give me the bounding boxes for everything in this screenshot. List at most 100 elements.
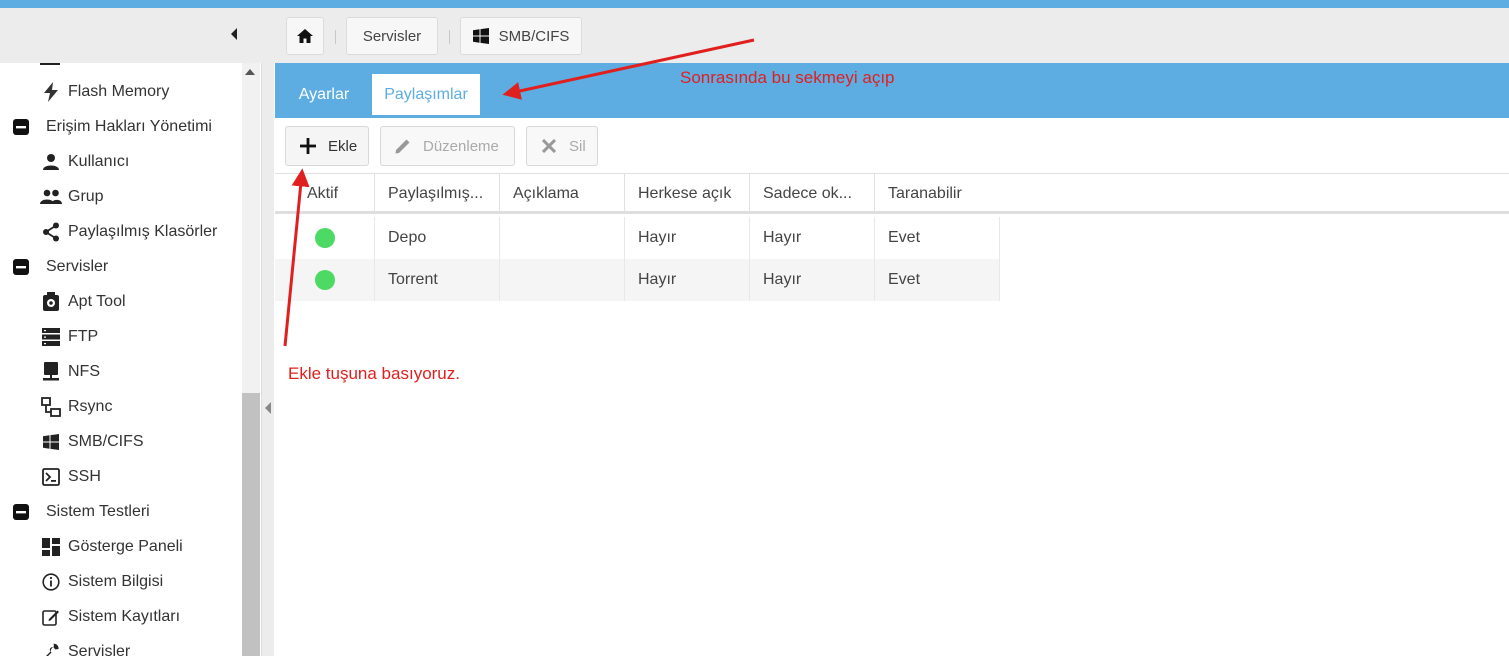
sidebar: Flash Memory Erişim Hakları Yönetimi Kul… [0,63,262,656]
sidebar-item-label: Servisler [46,257,109,275]
collapse-sidebar-button[interactable] [222,22,246,46]
column-header-taranabilir[interactable]: Taranabilir [875,174,1000,214]
edit-icon [40,606,62,628]
cell-description [500,259,625,301]
sidebar-item-servisler-2[interactable]: Servisler [0,634,242,656]
sidebar-item-paylasilmis-klasorler[interactable]: Paylaşılmış Klasörler [0,214,242,249]
partial-icon [40,63,60,65]
table-row[interactable]: Depo Hayır Hayır Evet [275,217,1000,259]
sidebar-item-sistem-kayitlari[interactable]: Sistem Kayıtları [0,599,242,634]
rsync-icon [40,396,62,418]
sidebar-item-flash-memory[interactable]: Flash Memory [0,74,242,109]
cell-text: Hayır [638,229,677,246]
cell-name: Torrent [375,259,500,301]
sidebar-group-sistem-testleri[interactable]: Sistem Testleri [0,494,242,529]
breadcrumb-separator [335,30,336,44]
cell-browseable: Evet [875,259,1000,301]
sidebar-scrollbar[interactable] [242,63,260,656]
cell-active [275,217,375,259]
cell-text: Torrent [388,271,438,288]
group-icon [40,186,62,208]
cell-text: Hayır [763,229,802,246]
sidebar-item-sistem-bilgisi[interactable]: Sistem Bilgisi [0,564,242,599]
breadcrumb-smb[interactable]: SMB/CIFS [460,17,582,55]
sidebar-item-label: Servisler [68,642,131,656]
collapse-arrow-icon[interactable] [265,402,271,414]
active-status-dot [315,270,335,290]
scrollbar-thumb[interactable] [242,393,260,656]
edit-button[interactable]: Düzenleme [380,126,515,166]
nfs-icon [40,361,62,383]
plus-icon [298,136,318,156]
sidebar-item-smb-cifs[interactable]: SMB/CIFS [0,424,242,459]
sidebar-group-erisim[interactable]: Erişim Hakları Yönetimi [0,109,242,144]
sidebar-item-rsync[interactable]: Rsync [0,389,242,424]
sidebar-item-apt-tool[interactable]: Apt Tool [0,284,242,319]
active-status-dot [315,228,335,248]
sidebar-item-label: SSH [68,467,101,485]
tab-label: Ayarlar [298,85,350,103]
breadcrumb-label: Servisler [362,27,422,45]
minus-box-icon [10,116,32,138]
sidebar-item-gosterge-paneli[interactable]: Gösterge Paneli [0,529,242,564]
sidebar-item-kullanici[interactable]: Kullanıcı [0,144,242,179]
tab-ayarlar[interactable]: Ayarlar [285,73,363,116]
scroll-up-icon[interactable] [245,69,255,75]
annotation-add-note: Ekle tuşuna basıyoruz. [288,364,460,383]
sidebar-item-ftp[interactable]: FTP [0,319,242,354]
sidebar-item-ssh[interactable]: SSH [0,459,242,494]
pencil-icon [393,136,413,156]
minus-box-icon [10,256,32,278]
table-row[interactable]: Torrent Hayır Hayır Evet [275,259,1000,301]
terminal-icon [40,466,62,488]
dashboard-icon [40,536,62,558]
sidebar-item-label: FTP [68,327,99,345]
cell-text: Evet [888,271,921,288]
column-label: Herkese açık [638,185,732,202]
sidebar-item-label: Rsync [68,397,113,415]
sidebar-item-label: Kullanıcı [68,152,130,170]
wrench-icon [40,641,62,656]
sidebar-item-label: Apt Tool [68,292,126,310]
sidebar-splitter[interactable] [262,63,274,656]
header: Servisler SMB/CIFS [0,8,1509,63]
cell-public: Hayır [625,259,750,301]
sidebar-item-grup[interactable]: Grup [0,179,242,214]
sidebar-item-label: NFS [68,362,100,380]
column-label: Açıklama [513,185,579,202]
windows-icon [472,28,489,44]
windows-icon [40,431,62,453]
cell-description [500,217,625,259]
sidebar-group-servisler[interactable]: Servisler [0,249,242,284]
cell-name: Depo [375,217,500,259]
share-icon [40,221,62,243]
cell-text: Evet [888,229,921,246]
sidebar-item-label: Grup [68,187,104,205]
column-label: Taranabilir [888,185,962,202]
flash-icon [40,81,62,103]
add-button[interactable]: Ekle [285,126,369,166]
column-header-paylasilmis[interactable]: Paylaşılmış... [375,174,500,214]
annotation-tab-note: Sonrasında bu sekmeyi açıp [680,68,895,87]
tab-paylasimlar[interactable]: Paylaşımlar [371,73,481,116]
sidebar-item-label: Sistem Kayıtları [68,607,181,625]
breadcrumb-servisler[interactable]: Servisler [346,17,438,55]
cell-public: Hayır [625,217,750,259]
sidebar-item-nfs[interactable]: NFS [0,354,242,389]
column-header-aktif[interactable]: Aktif [295,174,375,214]
main-panel: Ayarlar Paylaşımlar Ekle Düzenleme Sil A… [275,63,1509,656]
apt-icon [40,291,62,313]
cell-readonly: Hayır [750,259,875,301]
sidebar-item-label: Paylaşılmış Klasörler [68,222,218,240]
home-icon [297,29,313,43]
cell-browseable: Evet [875,217,1000,259]
delete-button[interactable]: Sil [526,126,598,166]
column-header-sadece-okunur[interactable]: Sadece ok... [750,174,875,214]
top-accent-bar [0,0,1509,8]
breadcrumb-home[interactable] [286,17,324,55]
user-icon [40,151,62,173]
column-header-herkese-acik[interactable]: Herkese açık [625,174,750,214]
cell-text: Hayır [763,271,802,288]
sidebar-item-label: Gösterge Paneli [68,537,183,555]
column-header-aciklama[interactable]: Açıklama [500,174,625,214]
